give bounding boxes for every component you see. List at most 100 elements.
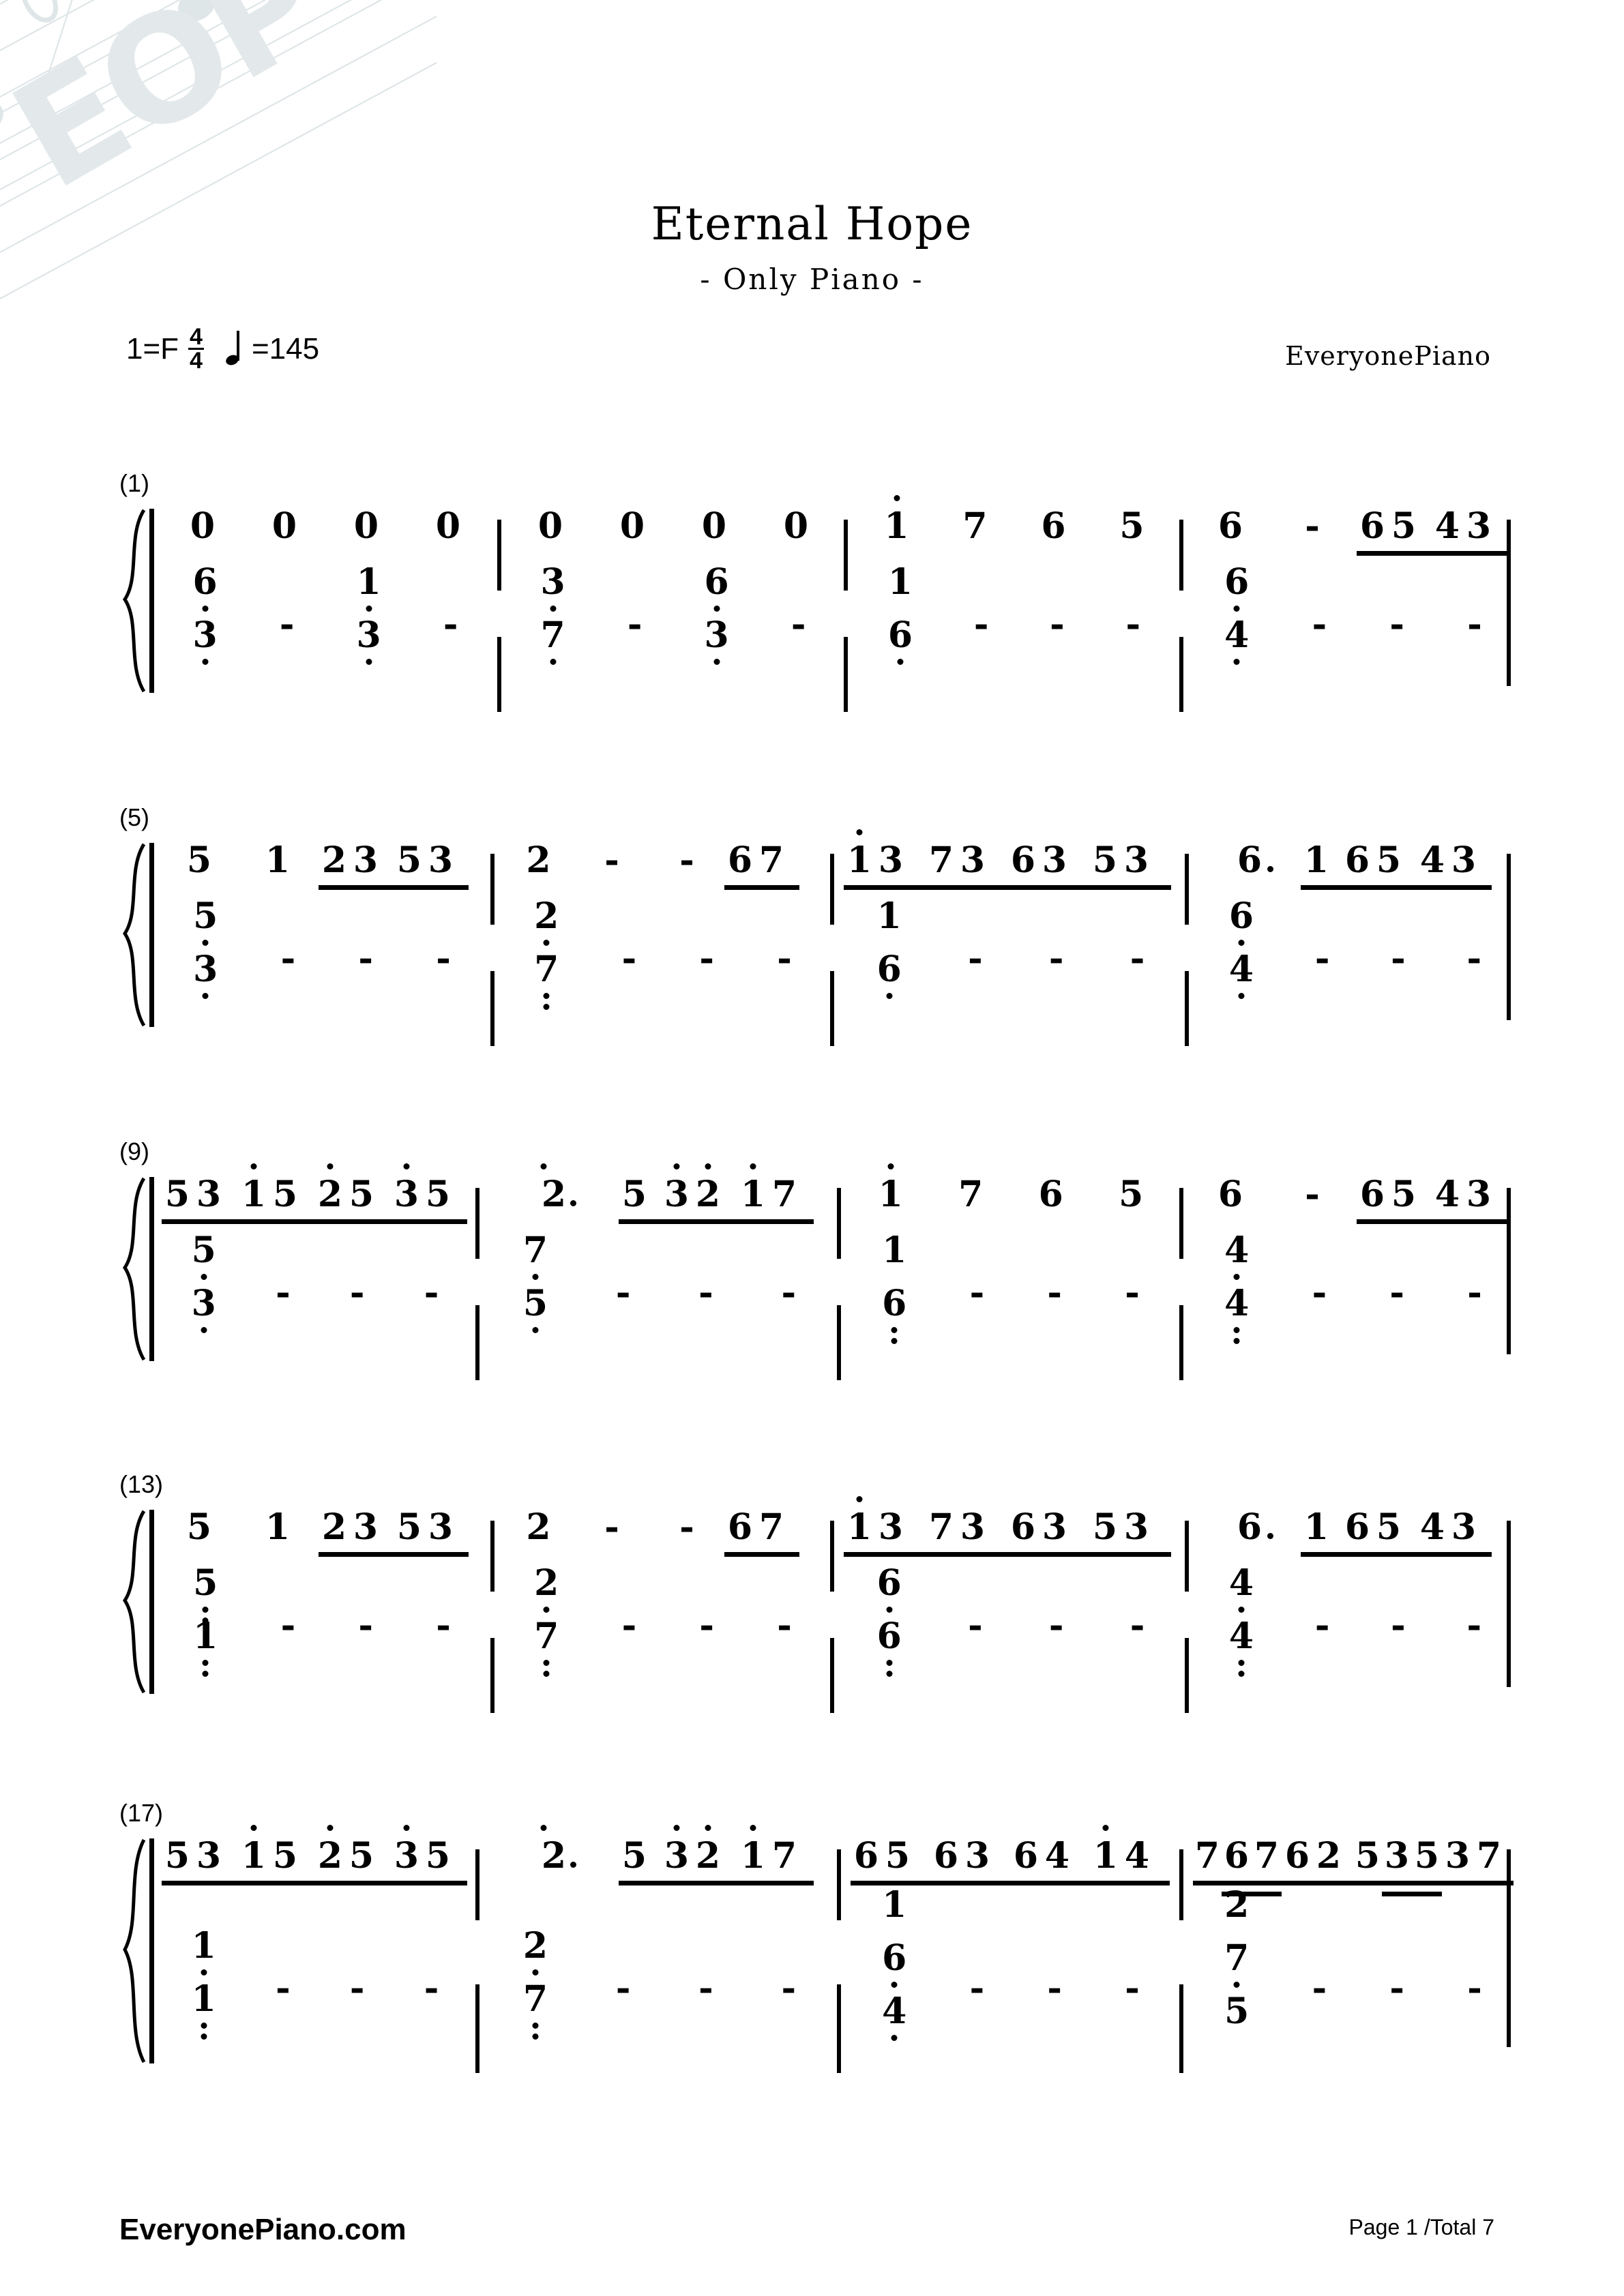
chord: 1 6 <box>877 899 902 999</box>
note-dash: - <box>1467 1272 1482 1313</box>
note: 6 <box>1344 1506 1370 1548</box>
note-dotted: 6 <box>1198 843 1301 878</box>
note-dash: - <box>1048 1605 1064 1646</box>
beam-group: 5 <box>619 1177 661 1224</box>
note: 1 <box>265 1506 291 1548</box>
note: 2 <box>526 839 551 881</box>
note: 3 <box>878 839 904 881</box>
beam-group: 2 5 <box>314 1163 391 1224</box>
note: 0 <box>190 505 216 547</box>
system-4-treble-row: 5 1 2 3 5 3 2 - - 6 7 1 3 7 3 6 3 5 3 6 … <box>162 1496 1504 1592</box>
note: 3 <box>353 1506 379 1548</box>
chord: 3 7 <box>541 565 565 665</box>
beam-group: 6 3 <box>1007 843 1089 890</box>
beam-group: 4 3 <box>1432 505 1507 556</box>
note: 5 <box>1414 1835 1440 1877</box>
note: 0 <box>271 505 297 547</box>
note-dash: - <box>615 1272 631 1313</box>
note: 2 <box>692 1163 724 1212</box>
measure-11-bass: 1 6 - - - <box>851 1233 1171 1357</box>
measure-2-bass: 3 7 - 6 3 - <box>510 565 837 689</box>
page-subtitle: - Only Piano - <box>700 263 924 296</box>
chord: 1 6 <box>888 565 913 665</box>
note: 2 <box>1316 1835 1342 1877</box>
note: 6 <box>1217 1174 1243 1215</box>
beam-group: 4 3 <box>1417 843 1492 890</box>
note: 1 <box>737 1163 769 1212</box>
barline <box>490 1638 494 1713</box>
barline <box>844 520 848 591</box>
chord: 1 1 <box>192 1928 216 2040</box>
chord: 6 6 <box>877 1566 902 1677</box>
beam-group: 1 5 <box>238 1825 314 1885</box>
note-dash: - <box>1048 938 1064 979</box>
beam-group: 6 5 <box>1357 1177 1432 1224</box>
sixteenth-pair: 6 7 <box>1222 1838 1282 1896</box>
note-dash: - <box>781 1967 797 2009</box>
note: 0 <box>353 505 379 547</box>
note: 3 <box>391 1163 422 1212</box>
note: 5 <box>349 1174 374 1215</box>
chord: 5 3 <box>193 899 218 999</box>
beam-group: 7 6 7 <box>1193 1838 1282 1896</box>
chord: 6 3 <box>193 565 218 665</box>
note-dash: - <box>1314 1605 1330 1646</box>
note: 4 <box>1434 505 1460 547</box>
note: 3 <box>661 1825 692 1874</box>
note-dash: - <box>791 603 806 645</box>
note: 5 <box>186 839 212 881</box>
barline <box>830 1521 834 1592</box>
note: 5 <box>396 1506 422 1548</box>
system-2-measure-number: (5) <box>119 803 149 831</box>
note: 3 <box>196 1835 222 1877</box>
system-1-bass-row: 6 3 - 1 3 - 3 7 - 6 3 - 1 6 - - - 6 4 - … <box>162 565 1504 712</box>
chord: 6 4 <box>1224 565 1249 665</box>
note-dash: - <box>349 1967 365 2009</box>
grand-staff-brace <box>121 843 149 1027</box>
barline <box>475 1984 479 2073</box>
beam-group: 1 <box>1301 843 1342 890</box>
note: 1 <box>265 839 291 881</box>
note: 4 <box>1419 1506 1445 1548</box>
note: 1 <box>1090 1825 1121 1874</box>
note-dash: - <box>1130 938 1145 979</box>
note-dash: - <box>969 1967 985 2009</box>
measure-4-bass: 6 4 - - - <box>1193 565 1514 689</box>
barline <box>1179 1984 1183 2073</box>
beam-group: 6 7 <box>724 1510 799 1557</box>
note: 3 <box>428 1506 454 1548</box>
chord: 2 7 5 <box>1224 1884 1250 2032</box>
note: 2 <box>692 1825 724 1874</box>
system-3-treble-row: 5 3 1 5 2 5 3 5 2 5 3 2 1 7 1 7 6 5 6 - … <box>162 1163 1507 1259</box>
note: 5 <box>349 1835 374 1877</box>
note-dash: - <box>698 1967 713 2009</box>
note: 3 <box>1466 505 1492 547</box>
system-3-bass-row: 5 3 - - - 7 5 - - - 1 6 - - - 4 4 - - - <box>162 1233 1504 1380</box>
beam-group: 6 5 <box>1357 509 1432 556</box>
note-dash: - <box>604 839 619 881</box>
chord: 2 7 <box>534 1566 559 1677</box>
note: 0 <box>701 505 727 547</box>
measure-16-bass: 4 4 - - - <box>1198 1566 1512 1690</box>
note: 0 <box>783 505 809 547</box>
note-dash: - <box>969 1272 985 1313</box>
note-dash: - <box>698 1272 713 1313</box>
note: 3 <box>1123 1506 1149 1548</box>
note-dash: - <box>358 938 373 979</box>
system-5-treble-row: 5 3 1 5 2 5 3 5 2 5 3 2 1 7 6 5 6 3 6 4 … <box>162 1825 1514 1920</box>
barline <box>1179 1849 1183 1920</box>
note: 1 <box>884 495 909 544</box>
note-dash: - <box>1125 603 1141 645</box>
note: 6 <box>1038 1174 1063 1215</box>
beam-group: 6 3 <box>930 1838 1010 1885</box>
beam-group: 6 2 <box>1282 1835 1353 1885</box>
barline <box>1185 854 1189 925</box>
measure-18-treble: 2 5 3 2 1 7 <box>489 1825 830 1920</box>
beam-group: 7 3 <box>926 843 1007 890</box>
beam-group: 2 3 <box>319 843 394 890</box>
chord: 6 4 <box>1229 899 1254 999</box>
note-dash: - <box>1050 603 1065 645</box>
barline <box>830 971 834 1046</box>
system-5-left-barline <box>149 1838 154 2063</box>
note-dash: - <box>604 1506 619 1548</box>
